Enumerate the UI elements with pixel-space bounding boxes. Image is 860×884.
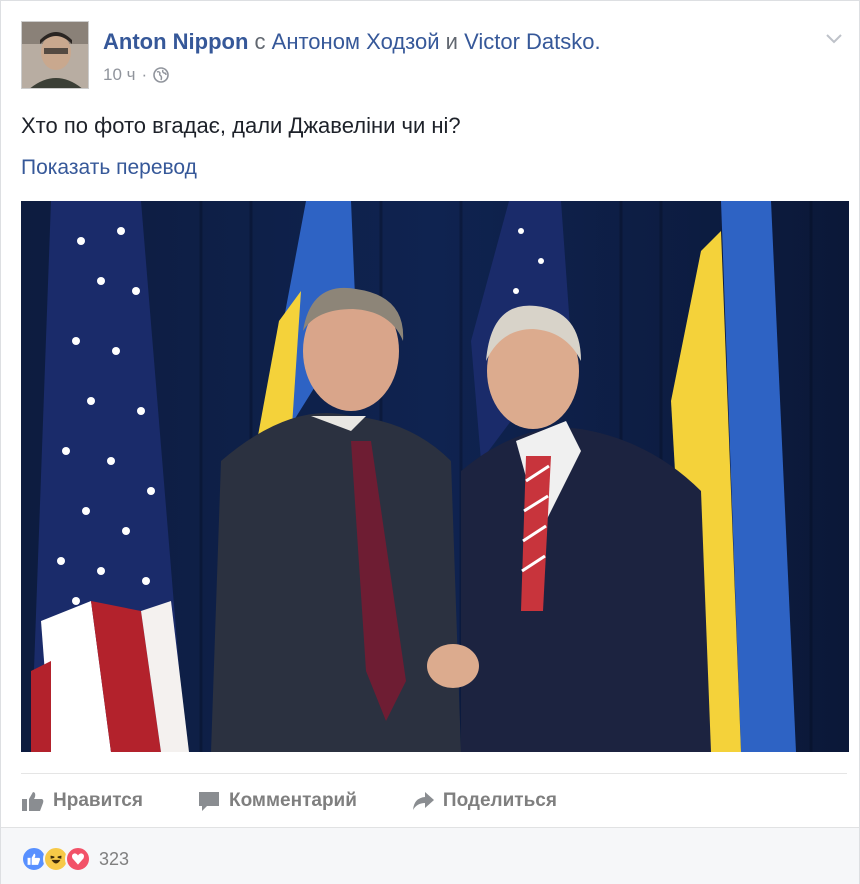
tagged-person-2[interactable]: Victor Datsko.: [464, 29, 601, 54]
reactions-bar: 323: [1, 827, 859, 884]
comment-button[interactable]: Комментарий: [197, 790, 357, 812]
chevron-down-icon[interactable]: [823, 27, 845, 49]
comment-label: Комментарий: [228, 790, 357, 811]
post-photo[interactable]: [21, 201, 849, 752]
post-actions: Нравится Комментарий Поделиться: [21, 784, 611, 818]
share-label: Поделиться: [442, 790, 557, 811]
and-word: и: [445, 29, 458, 54]
photo-image: [21, 201, 849, 752]
reaction-count[interactable]: 323: [99, 849, 129, 870]
feed-post: Anton Nippon с Антоном Ходзой и Victor D…: [0, 0, 860, 884]
globe-icon[interactable]: [153, 67, 169, 83]
post-header: Anton Nippon с Антоном Ходзой и Victor D…: [21, 21, 849, 91]
share-icon: [412, 792, 434, 810]
author-avatar[interactable]: [21, 21, 89, 89]
post-timestamp[interactable]: 10 ч: [103, 65, 136, 85]
author-name[interactable]: Anton Nippon: [103, 29, 248, 54]
author-line: Anton Nippon с Антоном Ходзой и Victor D…: [103, 29, 601, 55]
comment-icon: [198, 792, 219, 811]
show-translation-link[interactable]: Показать перевод: [21, 156, 197, 180]
meta-separator: ·: [141, 65, 148, 84]
share-button[interactable]: Поделиться: [411, 790, 557, 812]
like-button[interactable]: Нравится: [21, 790, 143, 812]
love-icon: [65, 846, 91, 872]
avatar-image: [22, 22, 88, 88]
handshake: [427, 644, 479, 688]
reactions-summary[interactable]: 323: [21, 846, 129, 872]
tagged-person-1[interactable]: Антоном Ходзой: [272, 29, 440, 54]
like-label: Нравится: [53, 790, 143, 811]
actions-divider: [21, 773, 847, 774]
thumbs-up-icon: [22, 792, 44, 811]
post-text: Хто по фото вгадає, дали Джавеліни чи ні…: [21, 113, 461, 138]
post-meta: 10 ч ·: [103, 65, 169, 85]
with-word: с: [254, 29, 266, 54]
